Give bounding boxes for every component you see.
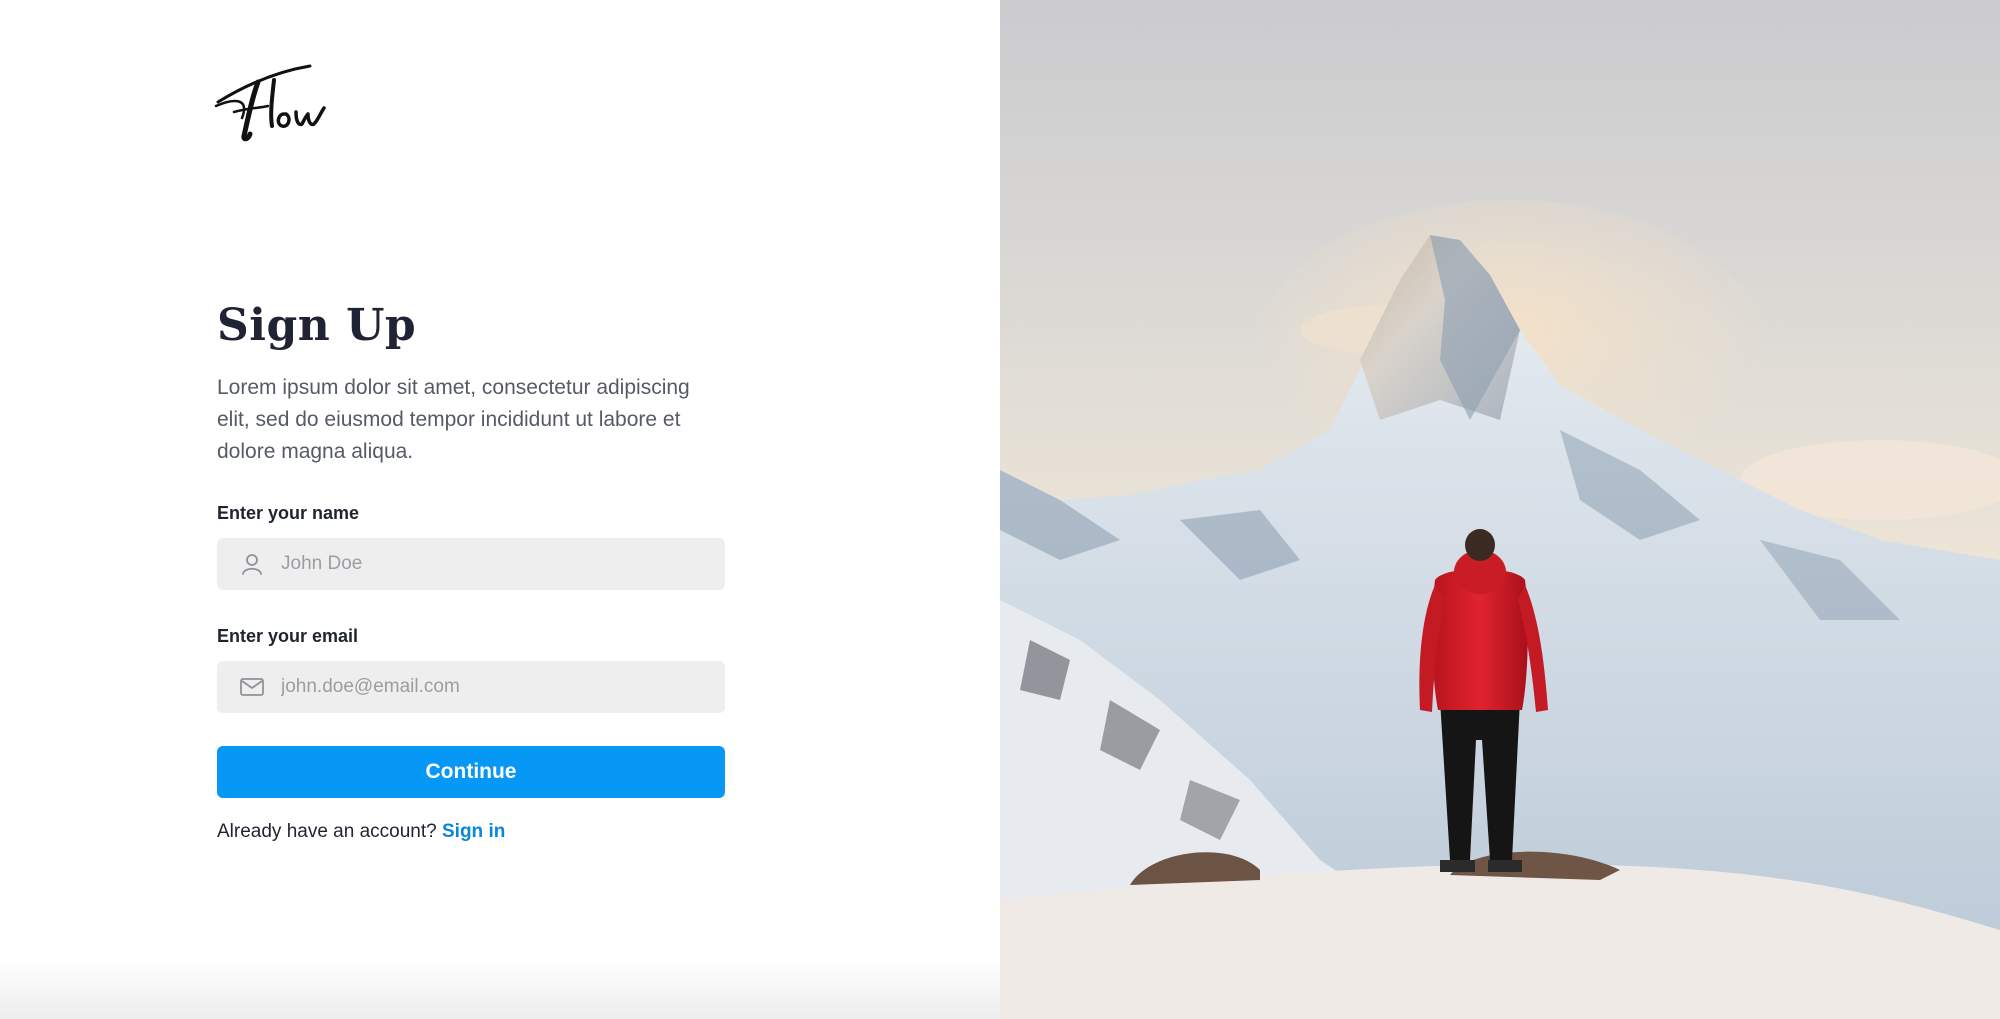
signin-row: Already have an account? Sign in xyxy=(217,821,505,843)
name-field[interactable] xyxy=(217,538,725,590)
signin-link[interactable]: Sign in xyxy=(442,821,505,842)
page-description: Lorem ipsum dolor sit amet, consectetur … xyxy=(217,376,690,463)
continue-button[interactable]: Continue xyxy=(217,746,725,798)
bottom-shade xyxy=(0,959,1000,1019)
name-label: Enter your name xyxy=(217,503,360,523)
user-icon xyxy=(239,551,265,577)
mountain-hiker-illustration xyxy=(1000,0,2000,1019)
brand-logo[interactable] xyxy=(214,58,334,148)
page-title: Sign Up xyxy=(217,300,417,351)
name-input[interactable] xyxy=(281,538,711,590)
hero-image xyxy=(1000,0,2000,1019)
signin-prompt: Already have an account? xyxy=(217,821,437,842)
email-input[interactable] xyxy=(281,661,711,713)
signup-panel: Sign Up Lorem ipsum dolor sit amet, cons… xyxy=(0,0,1000,1019)
mail-icon xyxy=(239,674,265,700)
email-label: Enter your email xyxy=(217,626,359,646)
email-field[interactable] xyxy=(217,661,725,713)
flow-logo-icon xyxy=(214,64,326,142)
